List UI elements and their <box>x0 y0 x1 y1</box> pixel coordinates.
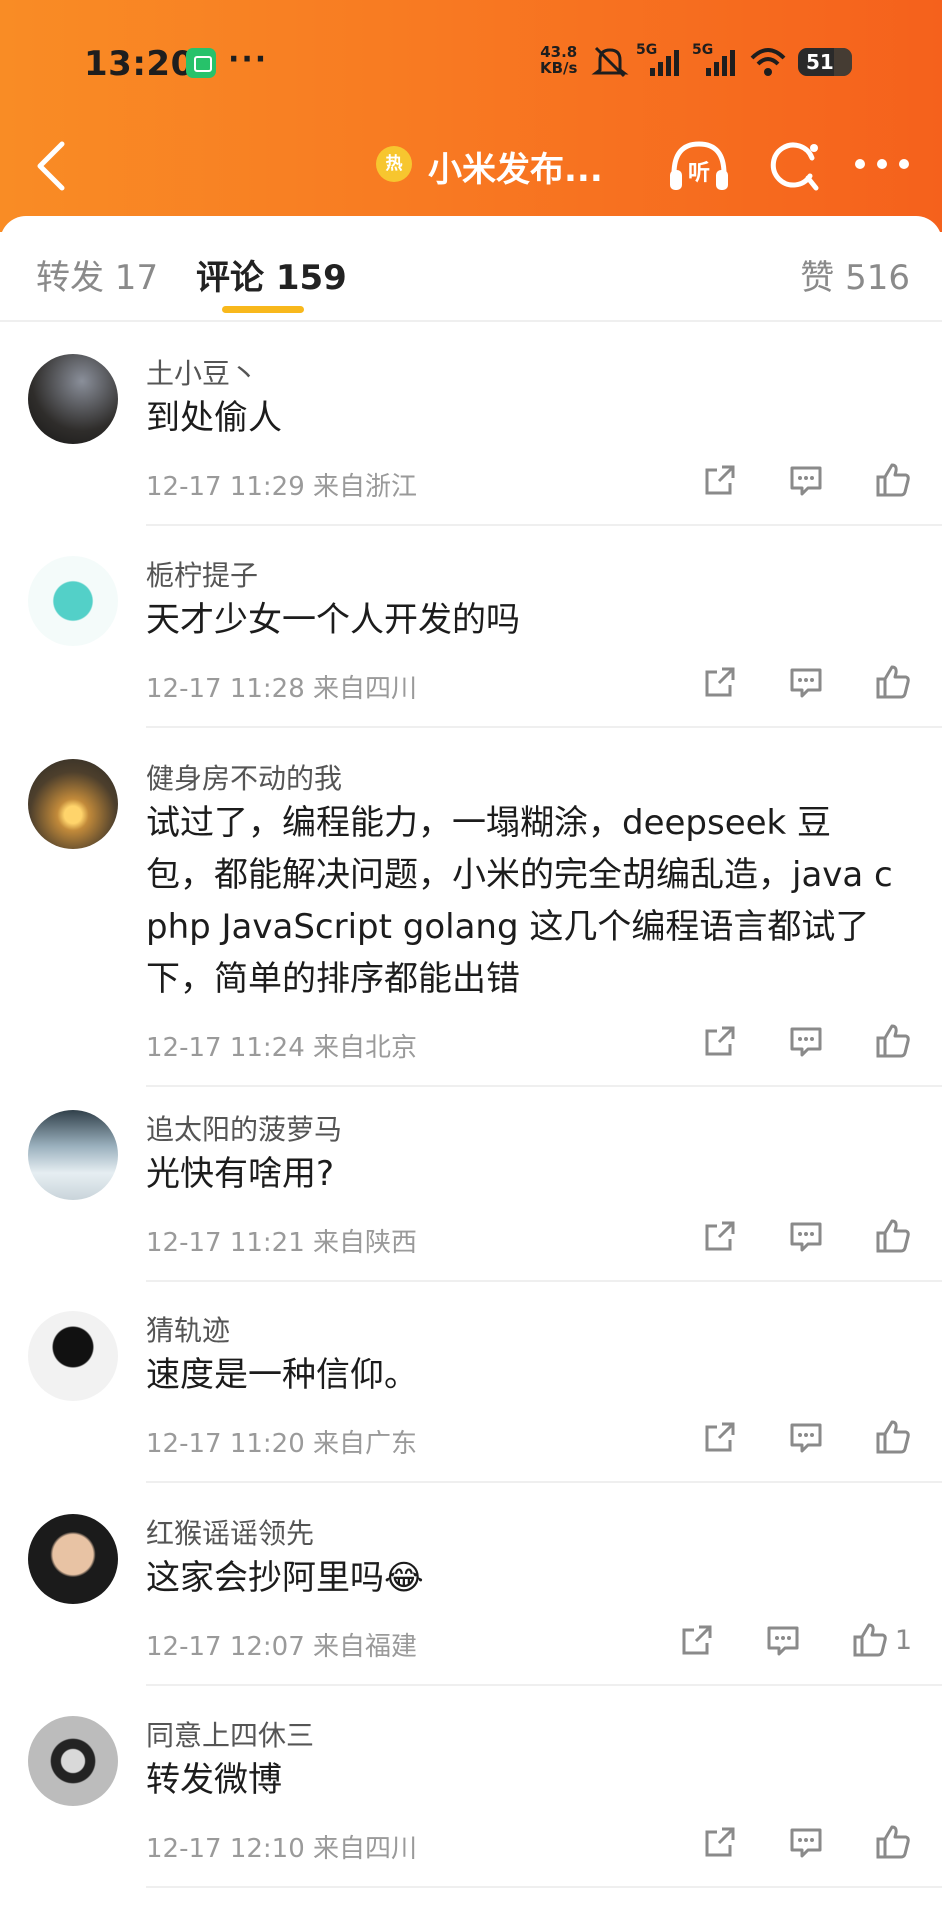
like-icon[interactable] <box>874 1022 912 1060</box>
net-speed-value: 43.8 <box>540 43 578 61</box>
like-icon[interactable]: 1 <box>851 1621 912 1659</box>
comment-meta: 12-17 11:24 来自北京 <box>146 1033 418 1063</box>
comment-divider <box>146 1280 942 1282</box>
comment-meta: 12-17 11:21 来自陕西 <box>146 1228 418 1258</box>
comment-username[interactable]: 同意上四休三 <box>146 1714 314 1754</box>
share-icon[interactable] <box>702 1824 738 1860</box>
comment-meta: 12-17 11:29 来自浙江 <box>146 472 418 502</box>
status-bar: 13:20 ··· 43.8 KB/s 5G 5G 51 <box>0 38 942 90</box>
comment-divider <box>146 1481 942 1483</box>
avatar[interactable] <box>28 1514 118 1604</box>
comment-text: 包，都能解决问题，小米的完全胡编乱造，java c <box>146 855 893 895</box>
avatar[interactable] <box>28 759 118 849</box>
tab-indicator <box>222 306 304 313</box>
avatar[interactable] <box>28 556 118 646</box>
comment-text: 转发微博 <box>146 1760 282 1800</box>
reply-icon[interactable] <box>788 1824 824 1860</box>
comment-actions <box>702 1021 912 1061</box>
share-icon[interactable] <box>702 664 738 700</box>
net-speed-unit: KB/s <box>540 59 578 77</box>
like-icon[interactable] <box>874 663 912 701</box>
comment-username[interactable]: 健身房不动的我 <box>146 757 342 797</box>
comment-divider <box>146 524 942 526</box>
share-icon[interactable] <box>679 1622 715 1658</box>
mute-icon <box>591 46 629 78</box>
hot-badge: 热 <box>376 146 412 182</box>
battery-icon: 51 <box>798 48 852 76</box>
listen-icon[interactable]: 听 <box>664 136 734 196</box>
share-icon[interactable] <box>702 1218 738 1254</box>
like-icon[interactable] <box>874 1823 912 1861</box>
like-icon[interactable] <box>874 1217 912 1255</box>
comment-actions <box>702 1216 912 1256</box>
comment-actions <box>702 662 912 702</box>
comment-username[interactable]: 栀柠提子 <box>146 554 258 594</box>
avatar[interactable] <box>28 1110 118 1200</box>
signal-2-icon: 5G <box>692 42 740 80</box>
status-more-dots: ··· <box>228 42 269 77</box>
comment-divider <box>146 1684 942 1686</box>
like-count: 1 <box>894 1624 912 1656</box>
comment-meta: 12-17 11:28 来自四川 <box>146 674 418 704</box>
avatar[interactable] <box>28 1716 118 1806</box>
avatar[interactable] <box>28 354 118 444</box>
comment-actions: 1 <box>679 1620 912 1660</box>
comment-divider <box>146 726 942 728</box>
net-speed: 43.8 KB/s <box>540 44 577 76</box>
status-time: 13:20 <box>84 44 195 84</box>
reply-icon[interactable] <box>788 1023 824 1059</box>
battery-level: 51 <box>806 50 834 74</box>
comment-actions <box>702 1822 912 1862</box>
share-icon[interactable] <box>702 462 738 498</box>
comment-text: 到处偷人 <box>146 398 282 438</box>
reply-icon[interactable] <box>788 1419 824 1455</box>
comment-text: 天才少女一个人开发的吗 <box>146 600 520 640</box>
signal-2-label: 5G <box>692 42 714 58</box>
tab-bar: 转发 17 评论 159 赞 516 <box>0 216 942 322</box>
comment-text: 光快有啥用? <box>146 1154 335 1194</box>
comment-divider <box>146 1886 942 1888</box>
reply-icon[interactable] <box>765 1622 801 1658</box>
comment-meta: 12-17 12:07 来自福建 <box>146 1632 418 1662</box>
back-icon[interactable] <box>32 138 72 194</box>
comment-text: 速度是一种信仰。 <box>146 1355 418 1395</box>
comment-actions <box>702 460 912 500</box>
refresh-icon[interactable] <box>764 134 824 194</box>
tab-comments[interactable]: 评论 159 <box>196 250 347 299</box>
more-icon[interactable] <box>854 156 910 172</box>
comment-meta: 12-17 11:20 来自广东 <box>146 1429 418 1459</box>
comment-username[interactable]: 红猴谣谣领先 <box>146 1512 314 1552</box>
comment-username[interactable]: 土小豆丶 <box>146 352 258 392</box>
svg-text:听: 听 <box>688 161 710 186</box>
reply-icon[interactable] <box>788 664 824 700</box>
signal-1-label: 5G <box>636 42 658 58</box>
reply-icon[interactable] <box>788 1218 824 1254</box>
comment-text: 试过了，编程能力，一塌糊涂，deepseek 豆 <box>146 803 832 843</box>
like-icon[interactable] <box>874 461 912 499</box>
tab-forward[interactable]: 转发 17 <box>36 250 158 299</box>
app-notification-icon <box>186 48 216 78</box>
comment-meta: 12-17 12:10 来自四川 <box>146 1834 418 1864</box>
reply-icon[interactable] <box>788 462 824 498</box>
like-icon[interactable] <box>874 1418 912 1456</box>
comment-divider <box>146 1085 942 1087</box>
share-icon[interactable] <box>702 1023 738 1059</box>
avatar[interactable] <box>28 1311 118 1401</box>
comment-username[interactable]: 猜轨迹 <box>146 1309 230 1349</box>
tab-likes[interactable]: 赞 516 <box>800 250 910 299</box>
wifi-icon <box>750 48 786 76</box>
comment-text: 下，简单的排序都能出错 <box>146 959 520 999</box>
share-icon[interactable] <box>702 1419 738 1455</box>
comment-text: php JavaScript golang 这几个编程语言都试了 <box>146 907 870 947</box>
nav-bar: 热 小米发布... 听 <box>0 128 942 204</box>
comment-text: 这家会抄阿里吗😂 <box>146 1558 424 1598</box>
comment-username[interactable]: 追太阳的菠萝马 <box>146 1108 342 1148</box>
comment-actions <box>702 1417 912 1457</box>
signal-1-icon: 5G <box>636 42 684 80</box>
page-title[interactable]: 小米发布... <box>428 142 603 191</box>
